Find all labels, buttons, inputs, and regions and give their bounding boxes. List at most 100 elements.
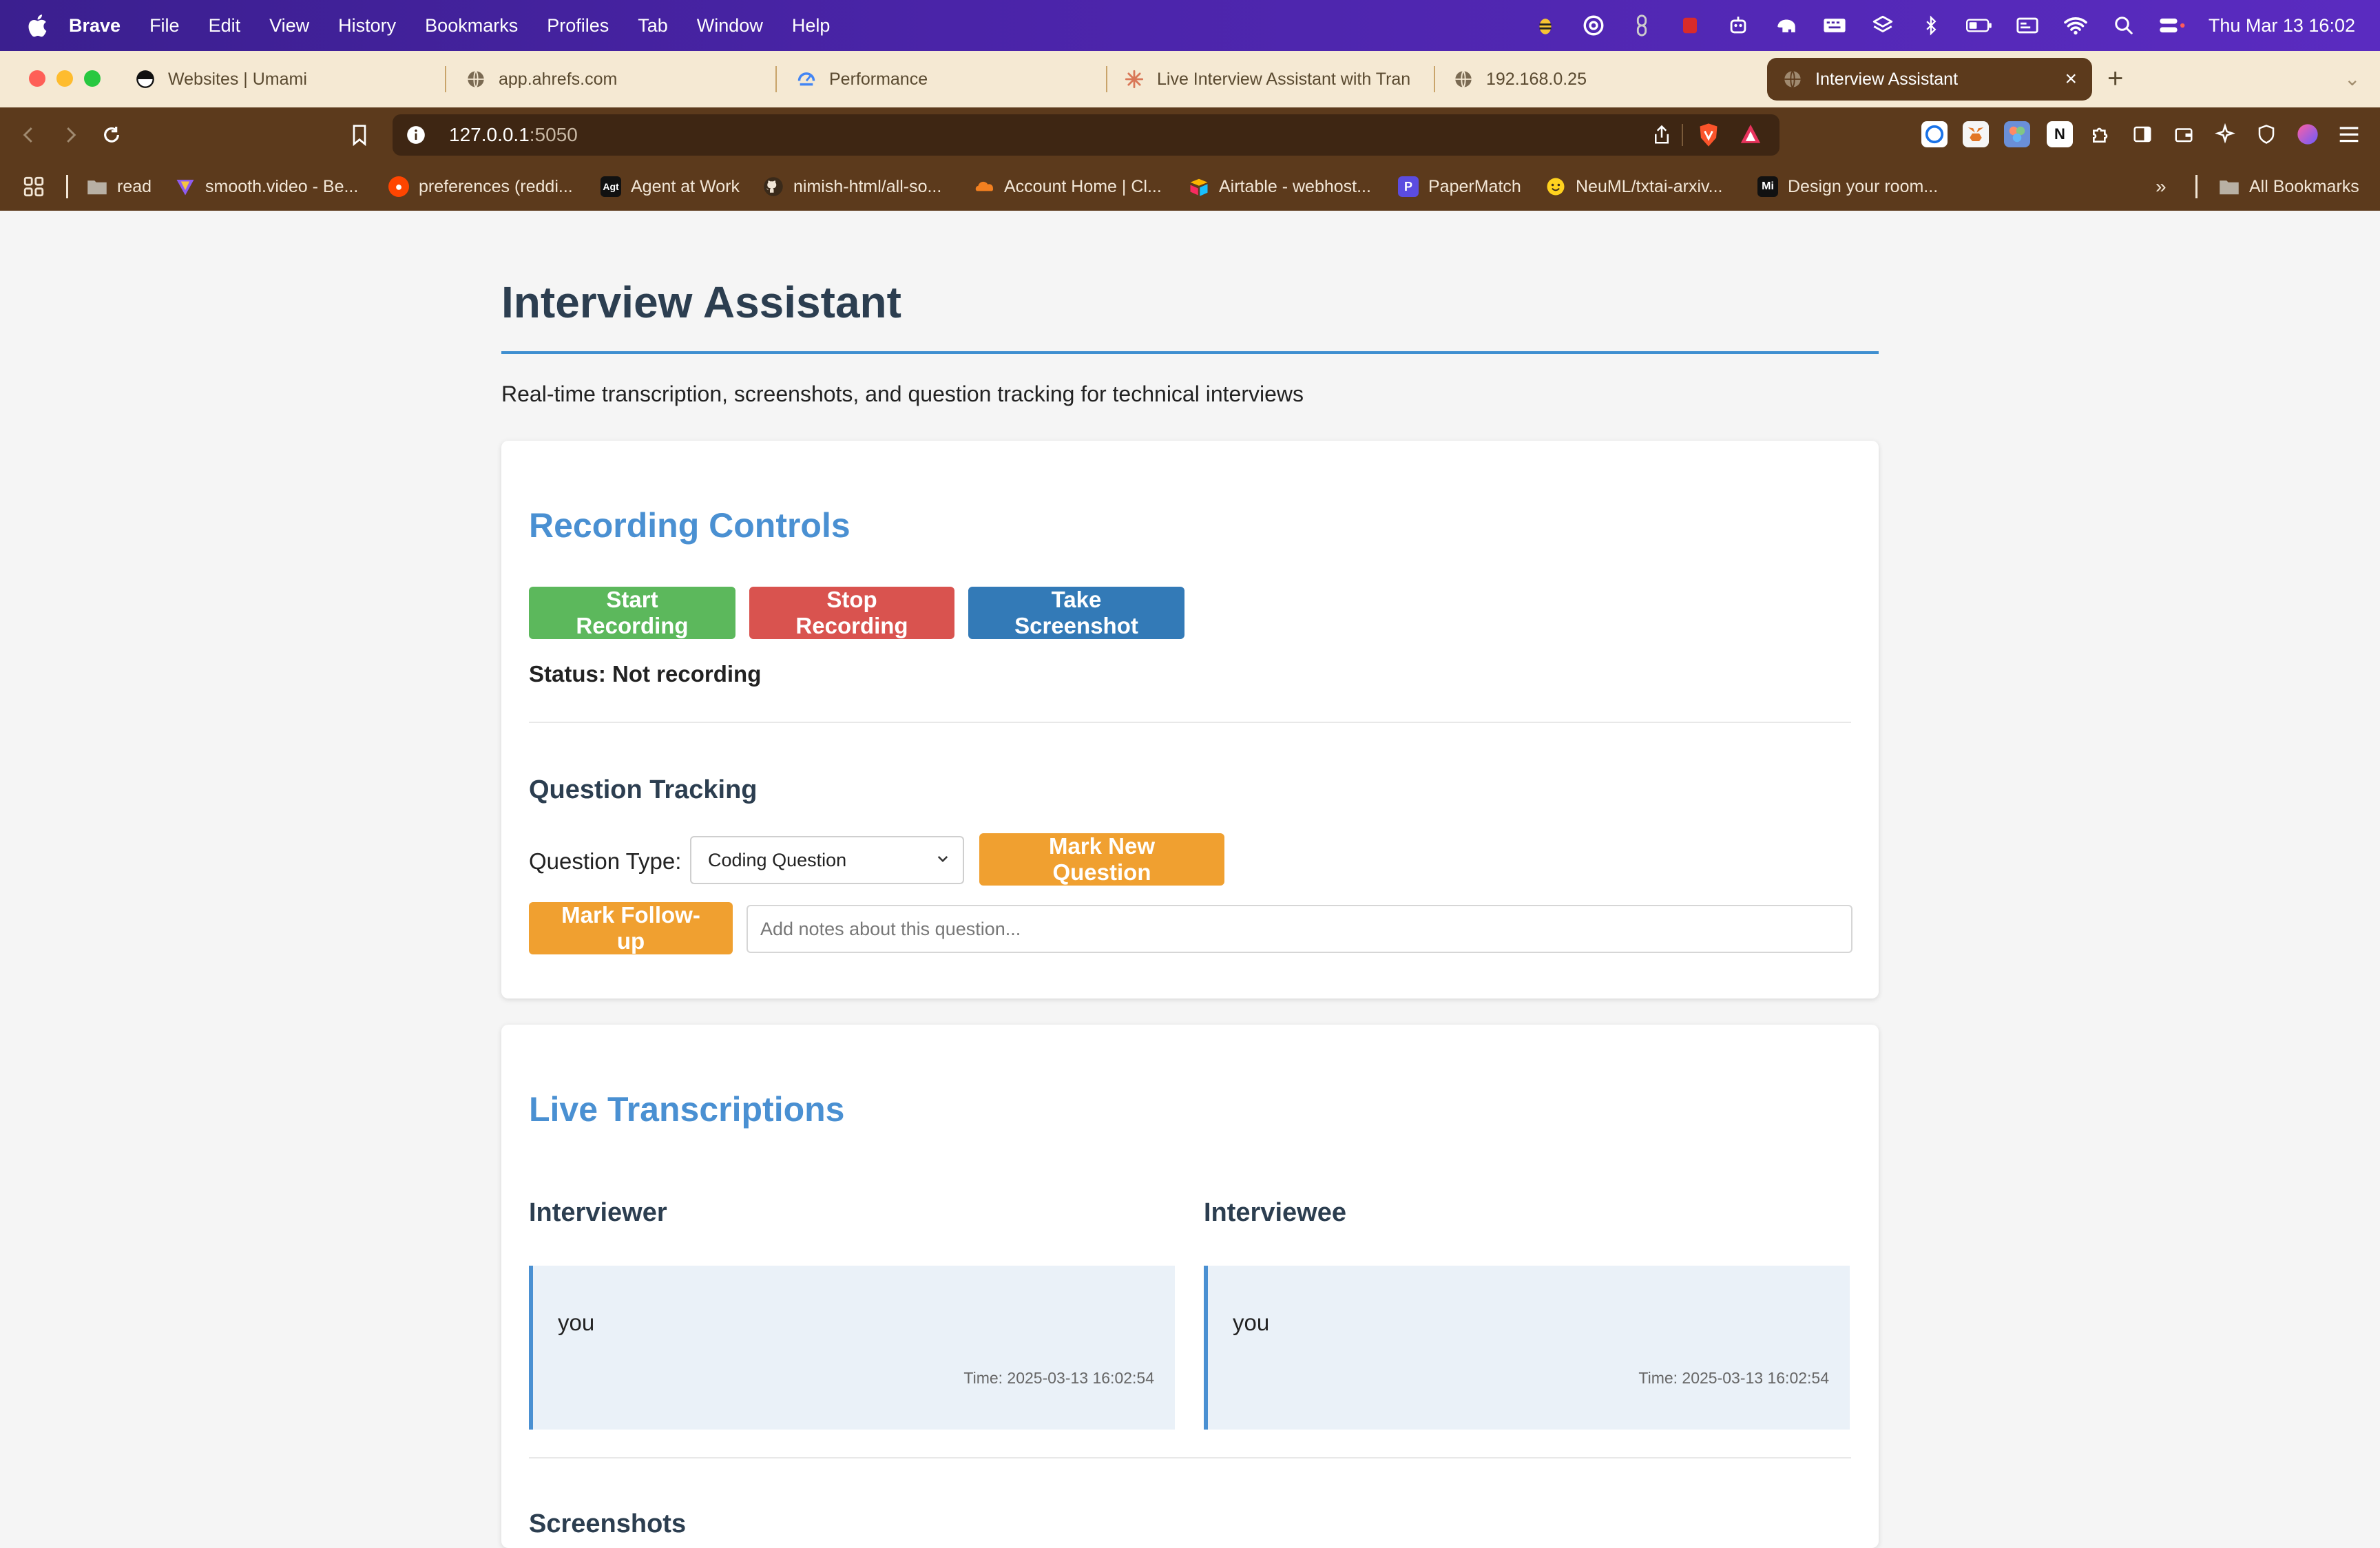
bookmark-page-icon[interactable] [346,121,373,149]
tab-search-chevron-icon[interactable]: ⌄ [2344,67,2360,90]
bookmark-papermatch[interactable]: P PaperMatch [1398,174,1521,200]
grammar-extension-icon[interactable] [1921,121,1948,147]
control-center-icon[interactable] [2159,12,2185,39]
reddit-icon: ● [388,176,409,197]
display-icon[interactable] [2014,12,2040,39]
notion-extension-icon[interactable]: N [2047,121,2073,147]
link-chain-icon[interactable] [1629,12,1655,39]
forward-arrow-icon[interactable] [56,121,84,149]
question-type-select[interactable]: Coding Question [690,836,964,884]
smooth-video-icon [175,176,196,197]
huggingface-icon [1545,176,1566,197]
papermatch-icon: P [1398,176,1419,197]
bee-icon[interactable] [1532,12,1558,39]
reload-icon[interactable] [98,121,125,149]
bookmark-airtable[interactable]: Airtable - webhost... [1189,174,1371,200]
tab-local-ip[interactable]: 192.168.0.25 [1453,58,1742,101]
menu-edit[interactable]: Edit [209,15,241,36]
apps-grid-icon[interactable] [22,174,45,200]
brave-shields-icon[interactable] [1697,123,1720,147]
bookmark-huggingface-txtai[interactable]: NeuML/txtai-arxiv... [1545,174,1722,200]
bookmark-agent-at-work[interactable]: Agt Agent at Work [601,174,740,200]
tab-title: app.ahrefs.com [499,69,618,89]
start-recording-button[interactable]: Start Recording [529,587,735,639]
bookmarks-bar: read smooth.video - Be... ● preferences (… [0,163,2380,211]
performance-icon [796,69,817,90]
robot-icon[interactable] [1725,12,1751,39]
menu-bar-clock[interactable]: Thu Mar 13 16:02 [2209,15,2355,36]
interviewee-transcript-entry: you Time: 2025-03-13 16:02:54 [1204,1266,1850,1430]
address-bar[interactable]: 127.0.0.1:5050 [393,114,1779,156]
menu-tab[interactable]: Tab [638,15,668,36]
battery-icon[interactable] [1965,12,1992,39]
bookmark-label: PaperMatch [1428,176,1521,196]
bookmark-design-your-room[interactable]: Mi Design your room... [1757,174,1938,200]
new-tab-button[interactable]: + [2107,63,2123,94]
window-zoom-button[interactable] [84,70,101,87]
menu-view[interactable]: View [269,15,309,36]
bookmark-label: All Bookmarks [2249,176,2359,196]
tab-close-icon[interactable]: × [2065,67,2077,91]
wallet-icon[interactable] [2171,121,2197,147]
bookmark-reddit-preferences[interactable]: ● preferences (reddi... [388,174,573,200]
interviewer-transcript-time: Time: 2025-03-13 16:02:54 [963,1369,1154,1387]
apple-icon[interactable] [25,12,52,39]
menu-profiles[interactable]: Profiles [547,15,609,36]
spotlight-search-icon[interactable] [2111,12,2137,39]
menu-help[interactable]: Help [792,15,831,36]
bookmark-separator [66,175,68,198]
tab-umami[interactable]: Websites | Umami [135,58,446,101]
extensions-puzzle-icon[interactable] [2088,121,2114,147]
more-bookmarks-chevron-icon[interactable]: » [2155,174,2167,200]
bluetooth-icon[interactable] [1918,12,1944,39]
mark-new-question-button[interactable]: Mark New Question [979,833,1224,886]
share-icon[interactable] [1651,124,1672,146]
bookmark-all-bookmarks[interactable]: All Bookmarks [2219,174,2359,200]
tab-ahrefs[interactable]: app.ahrefs.com [466,58,777,101]
bookmark-cloudflare-account[interactable]: Account Home | Cl... [974,174,1162,200]
back-arrow-icon[interactable] [15,121,43,149]
red-app-icon[interactable] [1677,12,1703,39]
window-minimize-button[interactable] [56,70,73,87]
bookmark-smooth-video[interactable]: smooth.video - Be... [175,174,358,200]
menu-bookmarks[interactable]: Bookmarks [425,15,518,36]
bookmark-label: nimish-html/all-so... [793,176,942,196]
colorful-extension-icon[interactable] [2004,121,2030,147]
tab-interview-assistant-active[interactable]: Interview Assistant × [1767,58,2092,101]
tab-separator [1106,66,1107,92]
main-menu-icon[interactable] [2336,121,2362,147]
interviewee-heading: Interviewee [1204,1198,1346,1227]
window-close-button[interactable] [29,70,45,87]
browser-toolbar: 127.0.0.1:5050 N [0,107,2380,163]
sidebar-toggle-icon[interactable] [2129,121,2155,147]
metamask-extension-icon[interactable] [1963,121,1989,147]
site-info-icon[interactable] [406,125,426,145]
address-url[interactable]: 127.0.0.1:5050 [449,124,578,146]
at-sign-icon[interactable] [1580,12,1607,39]
take-screenshot-button[interactable]: Take Screenshot [968,587,1184,639]
tab-title: 192.168.0.25 [1486,69,1587,89]
menu-file[interactable]: File [149,15,180,36]
bookmark-github-nimish[interactable]: nimish-html/all-so... [763,174,941,200]
vpn-shield-icon[interactable] [2253,121,2279,147]
keyboard-icon[interactable] [1821,12,1848,39]
layers-icon[interactable] [1870,12,1896,39]
globe-icon [1782,69,1803,90]
profile-avatar-icon[interactable] [2295,121,2321,147]
bookmark-label: read [117,176,152,196]
tab-claude-interview[interactable]: Live Interview Assistant with Tran [1124,58,1435,101]
menu-app-brave[interactable]: Brave [69,15,121,36]
menu-window[interactable]: Window [697,15,763,36]
mark-follow-up-button[interactable]: Mark Follow-up [529,902,733,954]
stop-recording-button[interactable]: Stop Recording [749,587,954,639]
question-notes-input[interactable] [747,905,1852,953]
elephant-icon[interactable] [1773,12,1799,39]
menu-history[interactable]: History [338,15,396,36]
screenshots-heading: Screenshots [529,1509,687,1538]
leo-ai-sparkle-icon[interactable] [2212,121,2238,147]
wifi-icon[interactable] [2063,12,2089,39]
bookmark-folder-read[interactable]: read [87,174,152,200]
cloudflare-icon [974,176,994,197]
tab-performance[interactable]: Performance [796,58,1107,101]
brave-rewards-icon[interactable] [1738,123,1763,146]
